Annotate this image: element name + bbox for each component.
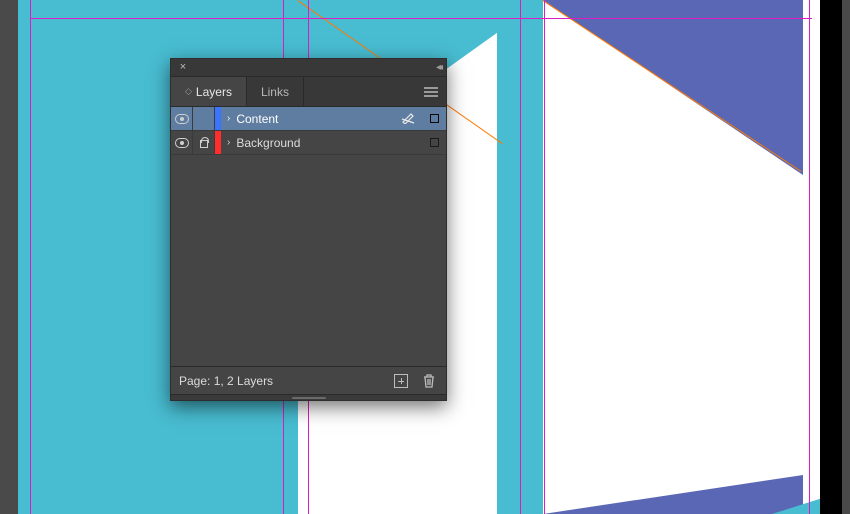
pen-disabled-indicator[interactable] xyxy=(396,131,422,154)
layer-name-cell[interactable]: › Content xyxy=(221,107,396,130)
bleed-edge xyxy=(820,0,842,514)
panel-menu-button[interactable] xyxy=(416,77,446,106)
new-layer-icon xyxy=(394,374,408,388)
delete-layer-button[interactable] xyxy=(420,372,438,390)
eye-icon xyxy=(175,138,189,148)
collapse-panel-icon[interactable]: ◂◂ xyxy=(436,62,440,73)
square-icon xyxy=(430,138,439,147)
layer-name: Content xyxy=(236,112,278,126)
sort-icon: ◇ xyxy=(185,86,192,97)
selection-indicator[interactable] xyxy=(422,131,446,154)
visibility-toggle[interactable] xyxy=(171,131,193,154)
layer-list: › Content › Background xyxy=(171,107,446,366)
chevron-right-icon[interactable]: › xyxy=(227,137,230,148)
layers-panel[interactable]: × ◂◂ ◇ Layers Links › Content xyxy=(170,58,447,401)
panel-resize-handle[interactable] xyxy=(171,394,446,400)
panel-footer: Page: 1, 2 Layers xyxy=(171,366,446,394)
menu-icon xyxy=(424,87,438,97)
artwork-shape xyxy=(543,0,803,175)
layer-row[interactable]: › Content xyxy=(171,107,446,131)
layer-name: Background xyxy=(236,136,300,150)
pen-disabled-indicator[interactable] xyxy=(396,107,422,130)
tab-links[interactable]: Links xyxy=(247,77,304,106)
selection-indicator[interactable] xyxy=(422,107,446,130)
footer-status: Page: 1, 2 Layers xyxy=(179,374,382,388)
chevron-right-icon[interactable]: › xyxy=(227,113,230,124)
panel-topbar[interactable]: × ◂◂ xyxy=(171,59,446,77)
artwork-shape xyxy=(543,475,803,514)
eye-icon xyxy=(175,114,189,124)
layer-name-cell[interactable]: › Background xyxy=(221,131,396,154)
visibility-toggle[interactable] xyxy=(171,107,193,130)
close-icon[interactable]: × xyxy=(177,62,189,74)
trash-icon xyxy=(422,373,436,389)
tab-label: Layers xyxy=(196,85,232,99)
tab-label: Links xyxy=(261,85,289,99)
lock-icon xyxy=(199,137,209,148)
tab-layers[interactable]: ◇ Layers xyxy=(171,77,247,106)
lock-toggle[interactable] xyxy=(193,131,215,154)
lock-toggle[interactable] xyxy=(193,107,215,130)
new-layer-button[interactable] xyxy=(392,372,410,390)
square-icon xyxy=(430,114,439,123)
panel-tabs: ◇ Layers Links xyxy=(171,77,446,107)
pen-slash-icon xyxy=(401,110,417,127)
layer-row[interactable]: › Background xyxy=(171,131,446,155)
